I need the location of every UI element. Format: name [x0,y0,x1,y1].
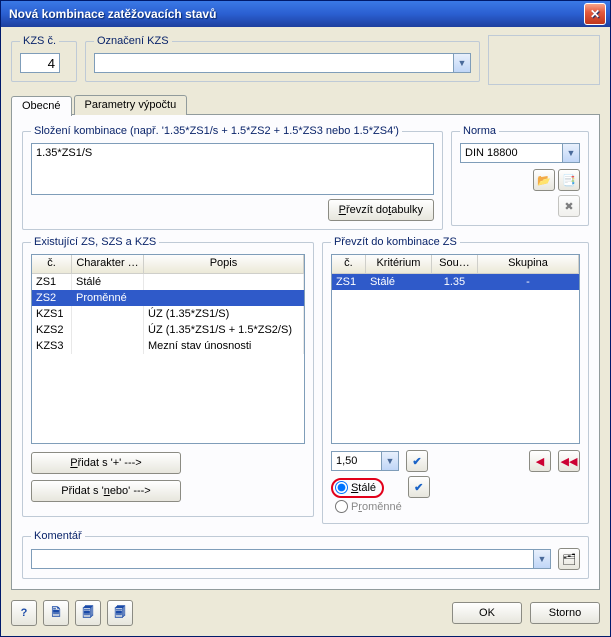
radio-stale[interactable] [335,481,348,494]
radio-promenne-label: Proměnné [351,501,402,513]
footer-btn-3[interactable]: 🗐 [75,600,101,626]
norm-legend: Norma [460,125,499,137]
norm-props-button[interactable]: 📑 [558,169,580,191]
factor-combo[interactable]: 1,50 ▼ [331,451,399,471]
apply-criterion-button[interactable]: ✔ [408,476,430,498]
col-desc: Popis [144,255,304,273]
cancel-button[interactable]: Storno [530,602,600,624]
window-title: Nová kombinace zatěžovacích stavů [9,7,216,21]
comment-combo[interactable]: ▼ [31,549,551,569]
remove-item-button[interactable]: ◀ [529,450,551,472]
norm-delete-button[interactable]: ✖ [558,195,580,217]
col-fac: Sou… [432,255,478,273]
kzs-name-group: Označení KZS ▼ [85,35,480,82]
col-no: č. [332,255,366,273]
col-no: č. [32,255,72,273]
radio-stale-highlight: Stálé [331,478,384,498]
props-icon: 📑 [562,174,576,187]
chevron-down-icon: ▼ [381,452,398,470]
composition-text[interactable]: 1.35*ZS1/S [31,143,434,195]
target-legend: Převzít do kombinace ZS [331,236,460,248]
norm-open-button[interactable]: 📂 [533,169,555,191]
chevron-down-icon: ▼ [562,144,579,162]
remove-all-button[interactable]: ◀◀ [558,450,580,472]
folder-open-icon: 📂 [537,174,551,187]
table-row[interactable]: ZS1 Stálé 1.35 - [332,274,579,290]
help-icon: ? [21,607,28,619]
comment-pick-button[interactable]: 🗂 [558,548,580,570]
target-group: Převzít do kombinace ZS č. Kritérium Sou… [322,236,589,524]
kzs-number-input[interactable] [20,53,60,73]
col-grp: Skupina [478,255,579,273]
delete-icon: ✖ [564,200,573,213]
comment-legend: Komentář [31,530,85,542]
close-icon: ✕ [590,7,600,21]
tab-general[interactable]: Obecné [11,96,72,116]
chevron-down-icon: ▼ [533,550,550,568]
radio-stale-label: Stálé [351,482,376,494]
existing-legend: Existující ZS, SZS a KZS [31,236,159,248]
col-crit: Kritérium [366,255,432,273]
close-button[interactable]: ✕ [584,3,606,25]
doc-multi2-icon: 🗐 [115,604,126,623]
chevron-down-icon: ▼ [453,54,470,72]
existing-group: Existující ZS, SZS a KZS č. Charakter … … [22,236,314,517]
radio-promenne[interactable] [335,500,348,513]
table-row[interactable]: KZS2ÚZ (1.35*ZS1/S + 1.5*ZS2/S) [32,322,304,338]
add-or-button[interactable]: Přidat s 'nebo' ---> [31,480,181,502]
footer-btn-4[interactable]: 🗐 [107,600,133,626]
ok-button[interactable]: OK [452,602,522,624]
check-icon: ✔ [414,481,423,494]
help-button[interactable]: ? [11,600,37,626]
kzs-number-group: KZS č. [11,35,77,82]
check-icon: ✔ [412,455,421,468]
footer-btn-2[interactable]: 🗎 [43,600,69,626]
add-plus-button[interactable]: Přidat s '+' ---> [31,452,181,474]
list-pick-icon: 🗂 [562,553,576,566]
table-row[interactable]: KZS3Mezní stav únosnosti [32,338,304,354]
existing-grid[interactable]: č. Charakter … Popis ZS1Stálé ZS2Proměnn… [31,254,305,444]
dialog-window: Nová kombinace zatěžovacích stavů ✕ KZS … [0,0,611,637]
kzs-name-label: Označení KZS [94,35,172,47]
table-row[interactable]: ZS2Proměnné [32,290,304,306]
comment-group: Komentář ▼ 🗂 [22,530,589,579]
to-table-button[interactable]: PPřevzít do tabulkyřevzít do tabulky [328,199,434,221]
kzs-name-combo[interactable]: ▼ [94,53,471,73]
preview-box [488,35,600,85]
title-bar: Nová kombinace zatěžovacích stavů ✕ [1,1,610,27]
doc-multi-icon: 🗐 [83,604,94,623]
kzs-number-label: KZS č. [20,35,59,47]
composition-legend: Složení kombinace (např. '1.35*ZS1/s + 1… [31,125,402,137]
arrow-left-icon: ◀ [536,455,544,468]
col-char: Charakter … [72,255,144,273]
apply-factor-button[interactable]: ✔ [406,450,428,472]
norm-group: Norma DIN 18800 ▼ 📂 📑 ✖ [451,125,589,226]
tab-container: Obecné Parametry výpočtu Složení kombina… [11,95,600,590]
content-area: KZS č. Označení KZS ▼ Obecné Parametry v… [1,27,610,636]
doc-icon: 🗎 [52,604,61,623]
tab-params[interactable]: Parametry výpočtu [74,95,188,115]
norm-value: DIN 18800 [465,147,518,159]
composition-value: 1.35*ZS1/S [36,147,92,159]
double-arrow-left-icon: ◀◀ [561,455,578,468]
norm-combo[interactable]: DIN 18800 ▼ [460,143,580,163]
target-grid[interactable]: č. Kritérium Sou… Skupina ZS1 Stálé 1.35 [331,254,580,444]
table-row[interactable]: ZS1Stálé [32,274,304,290]
table-row[interactable]: KZS1ÚZ (1.35*ZS1/S) [32,306,304,322]
factor-value: 1,50 [336,455,357,467]
composition-group: Složení kombinace (např. '1.35*ZS1/s + 1… [22,125,443,230]
